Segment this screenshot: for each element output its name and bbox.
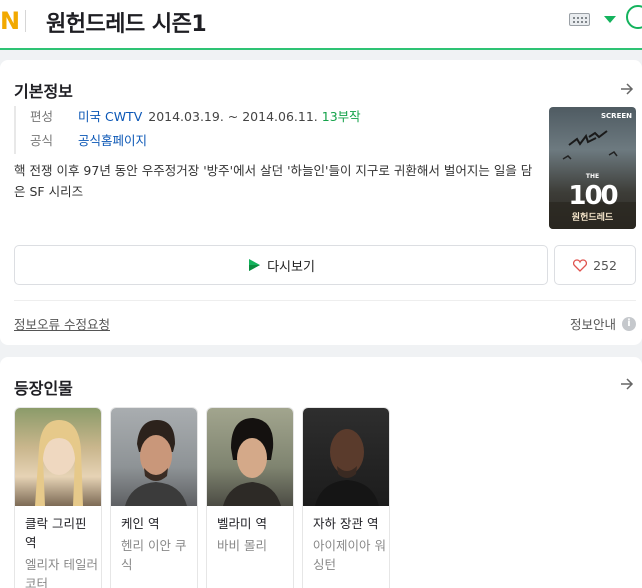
section-title: 기본정보 bbox=[14, 82, 73, 101]
cast-role: 케인 역 bbox=[121, 516, 160, 531]
cast-photo bbox=[303, 408, 389, 506]
rewatch-button[interactable]: 다시보기 bbox=[14, 245, 548, 285]
cast-card: 등장인물 클락 그리핀 역 엘리자 테일러 코터 케인 역 헨리 이안 쿠식 벨… bbox=[0, 357, 642, 588]
broadcast-row: 편성 미국 CWTV 2014.03.19. ~ 2014.06.11. 13부작 bbox=[30, 106, 534, 130]
section-title: 등장인물 bbox=[14, 379, 73, 398]
air-dates: 2014.03.19. ~ 2014.06.11. bbox=[148, 109, 318, 124]
top-bar: N 원헌드레드 시즌1 bbox=[0, 0, 642, 50]
poster-image[interactable]: SCREEN THE 100 원헌드레드 bbox=[549, 107, 636, 229]
divider bbox=[25, 10, 26, 32]
cast-photo bbox=[207, 408, 293, 506]
play-icon bbox=[249, 259, 261, 271]
page-title: 원헌드레드 시즌1 bbox=[46, 12, 207, 37]
arrow-right-icon[interactable] bbox=[620, 82, 634, 96]
cast-role: 클락 그리핀 역 bbox=[25, 516, 87, 550]
logo[interactable]: N bbox=[0, 7, 20, 35]
cast-actor: 바비 몰리 bbox=[217, 538, 267, 553]
description: 핵 전쟁 이후 97년 동안 우주정거장 '방주'에서 살던 '하늘인'들이 지… bbox=[14, 163, 533, 199]
episode-count: 13부작 bbox=[321, 109, 361, 124]
poster-logo: 100 bbox=[568, 181, 618, 211]
cast-photo bbox=[111, 408, 197, 506]
portrait bbox=[223, 418, 281, 506]
cast-actor: 헨리 이안 쿠식 bbox=[121, 538, 187, 572]
cast-photo bbox=[15, 408, 101, 506]
cast-actor: 아이제이아 워싱턴 bbox=[313, 538, 386, 572]
cast-member[interactable]: 자하 장관 역 아이제이아 워싱턴 bbox=[302, 407, 390, 588]
row-label: 편성 bbox=[30, 109, 54, 124]
poster-small-text: THE bbox=[585, 173, 600, 180]
like-button[interactable]: 252 bbox=[554, 245, 636, 285]
info-rows: 편성 미국 CWTV 2014.03.19. ~ 2014.06.11. 13부작 공… bbox=[14, 106, 534, 154]
official-site-link[interactable]: 공식홈페이지 bbox=[78, 133, 147, 148]
cast-member[interactable]: 클락 그리핀 역 엘리자 테일러 코터 bbox=[14, 407, 102, 588]
cast-role: 자하 장관 역 bbox=[313, 516, 379, 531]
divider bbox=[14, 300, 636, 301]
info-card: 기본정보 편성 미국 CWTV 2014.03.19. ~ 2014.06.11. 1… bbox=[0, 60, 642, 345]
row-label: 공식 bbox=[30, 133, 54, 148]
info-guide[interactable]: 정보안내 i bbox=[570, 314, 636, 333]
keyboard-icon[interactable] bbox=[569, 13, 590, 26]
report-error-link[interactable]: 정보오류 수정요청 bbox=[14, 314, 110, 333]
cast-actor: 엘리자 테일러 코터 bbox=[25, 557, 98, 588]
rewatch-label: 다시보기 bbox=[267, 259, 315, 275]
poster-subtitle: 원헌드레드 bbox=[571, 213, 614, 223]
cast-member[interactable]: 케인 역 헨리 이안 쿠식 bbox=[110, 407, 198, 588]
cast-role: 벨라미 역 bbox=[217, 516, 267, 531]
portrait bbox=[315, 429, 379, 506]
official-row: 공식 공식홈페이지 bbox=[30, 130, 534, 154]
info-guide-label: 정보안내 bbox=[569, 317, 616, 332]
portrait bbox=[125, 420, 187, 506]
network-link[interactable]: 미국 CWTV bbox=[78, 109, 142, 124]
like-count: 252 bbox=[593, 257, 617, 273]
dropdown-arrow-icon[interactable] bbox=[604, 16, 616, 23]
circle-icon[interactable] bbox=[626, 5, 642, 29]
heart-icon bbox=[573, 258, 588, 272]
portrait bbox=[35, 420, 83, 506]
arrow-right-icon[interactable] bbox=[620, 377, 634, 391]
info-icon: i bbox=[622, 316, 636, 331]
cast-member[interactable]: 벨라미 역 바비 몰리 bbox=[206, 407, 294, 588]
